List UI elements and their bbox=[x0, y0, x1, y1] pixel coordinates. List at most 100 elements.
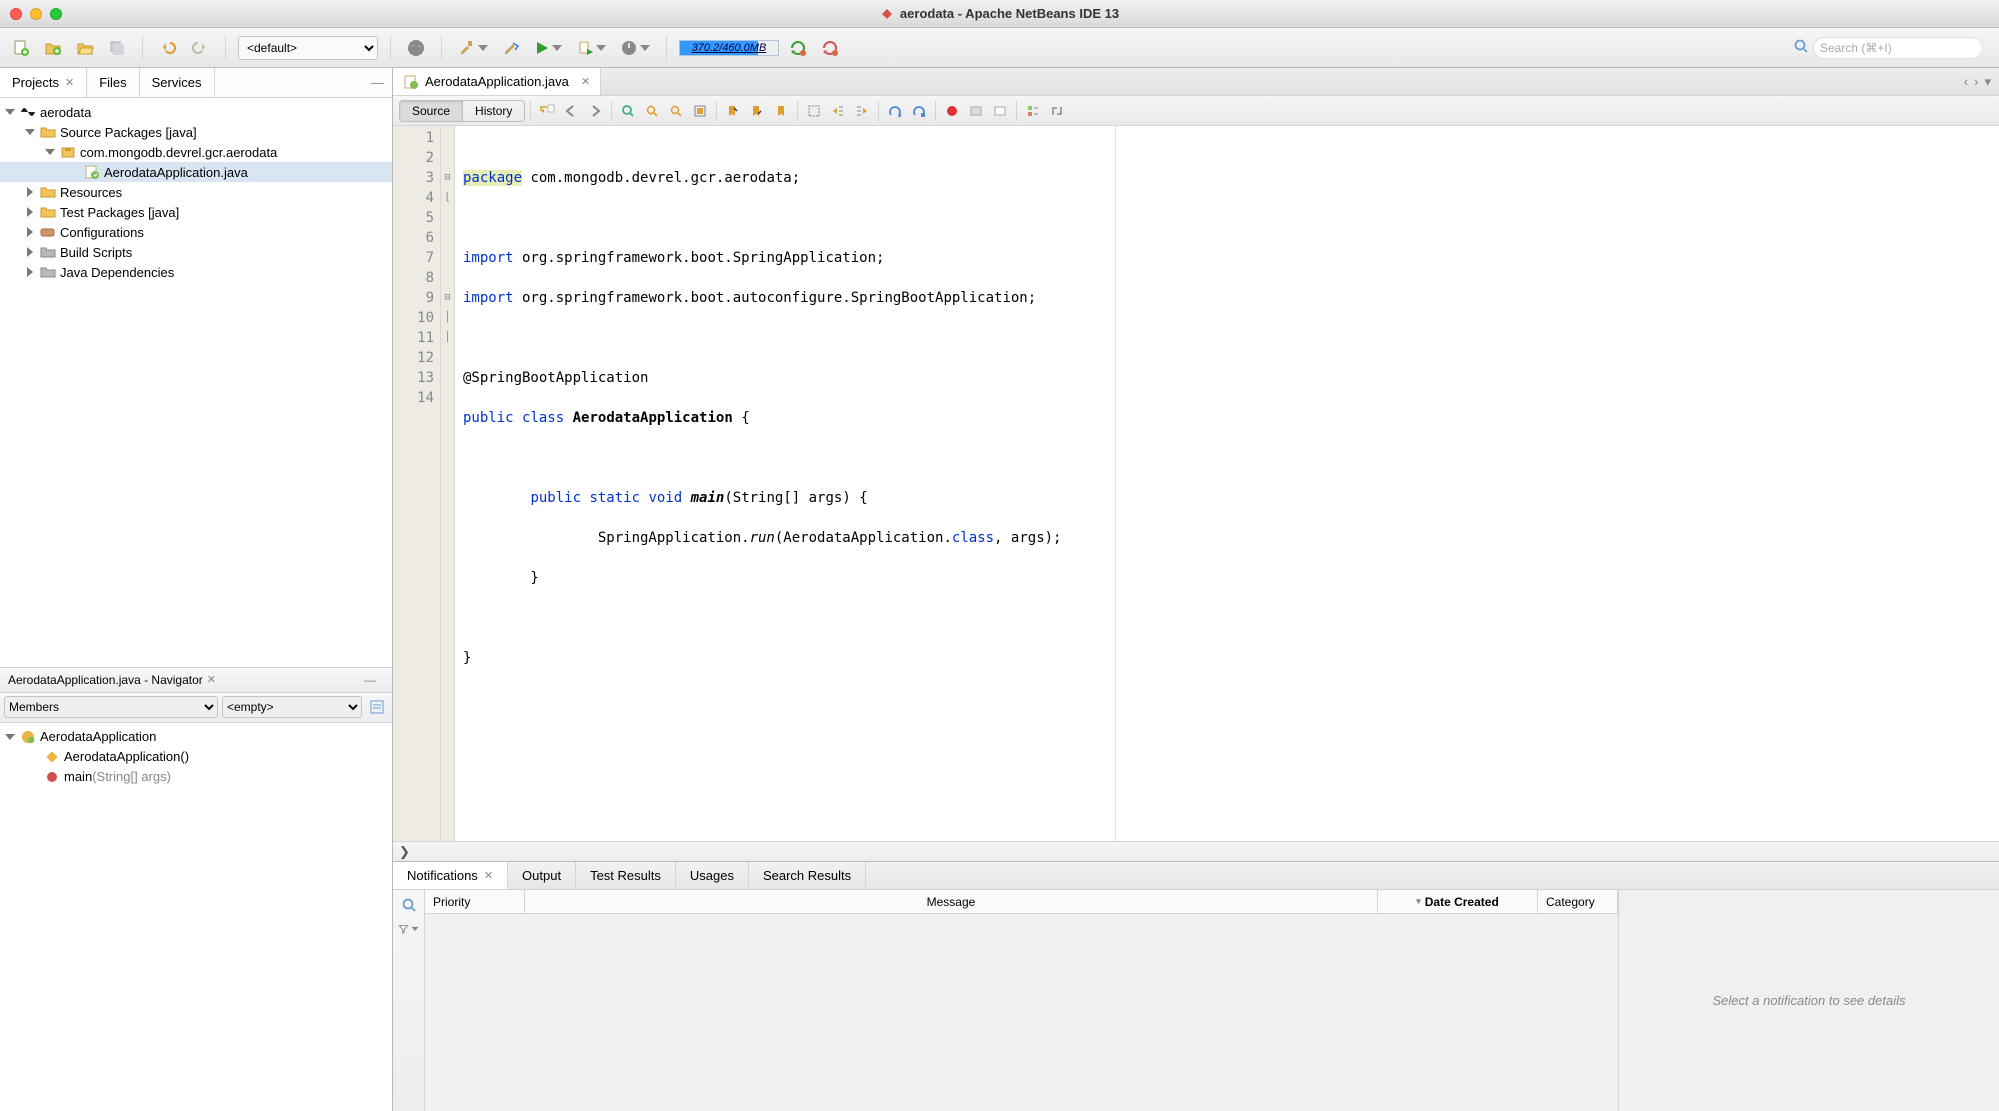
editor-breadcrumb[interactable]: ❯ bbox=[393, 841, 1999, 861]
notifications-table[interactable]: Priority Message ▾Date Created Category bbox=[425, 890, 1618, 1111]
nav-label: AerodataApplication() bbox=[64, 749, 189, 764]
run-config-select[interactable]: <default> bbox=[238, 36, 378, 60]
search-input[interactable] bbox=[1813, 37, 1983, 59]
chevron-right-icon[interactable] bbox=[24, 227, 36, 237]
search-icon[interactable] bbox=[398, 894, 420, 916]
source-view-button[interactable]: Source bbox=[400, 101, 462, 121]
window-minimize-button[interactable] bbox=[30, 8, 42, 20]
tab-output[interactable]: Output bbox=[508, 862, 576, 889]
debug-button[interactable] bbox=[572, 35, 610, 61]
stop-macro-icon[interactable] bbox=[908, 100, 930, 122]
nav-back-icon[interactable] bbox=[560, 100, 582, 122]
tab-scroll-left-icon[interactable]: ‹ bbox=[1964, 74, 1968, 89]
nav-label: main(String[] args) bbox=[64, 769, 171, 784]
toggle-rect-select-icon[interactable] bbox=[803, 100, 825, 122]
chevron-right-icon[interactable] bbox=[24, 267, 36, 277]
th-date[interactable]: ▾Date Created bbox=[1378, 890, 1538, 913]
navigator-filter-select[interactable]: <empty> bbox=[222, 696, 362, 718]
chevron-down-icon[interactable] bbox=[24, 129, 36, 135]
nav-node-constructor[interactable]: AerodataApplication() bbox=[0, 747, 392, 767]
window-close-button[interactable] bbox=[10, 8, 22, 20]
chevron-right-icon[interactable] bbox=[24, 187, 36, 197]
th-priority[interactable]: Priority bbox=[425, 890, 525, 913]
last-edit-icon[interactable] bbox=[536, 100, 558, 122]
save-all-button[interactable] bbox=[104, 35, 130, 61]
chevron-down-icon[interactable] bbox=[4, 734, 16, 740]
tree-node-source-packages[interactable]: Source Packages [java] bbox=[0, 122, 392, 142]
next-bookmark-icon[interactable] bbox=[746, 100, 768, 122]
tree-node-java-deps[interactable]: Java Dependencies bbox=[0, 262, 392, 282]
tab-search-results[interactable]: Search Results bbox=[749, 862, 866, 889]
th-category[interactable]: Category bbox=[1538, 890, 1618, 913]
toggle-bookmark-icon[interactable] bbox=[770, 100, 792, 122]
toggle-highlight-icon[interactable] bbox=[689, 100, 711, 122]
chevron-right-icon[interactable] bbox=[24, 247, 36, 257]
tab-notifications[interactable]: Notifications✕ bbox=[393, 862, 508, 889]
clean-build-button[interactable] bbox=[498, 35, 524, 61]
close-icon[interactable]: ✕ bbox=[484, 869, 493, 882]
reload-stop-icon[interactable] bbox=[817, 35, 843, 61]
filter-icon[interactable] bbox=[398, 918, 420, 940]
memory-usage-button[interactable]: 370.2/460.0MB bbox=[679, 40, 779, 56]
close-icon[interactable]: ✕ bbox=[207, 673, 216, 686]
find-next-icon[interactable] bbox=[665, 100, 687, 122]
new-file-button[interactable] bbox=[8, 35, 34, 61]
run-button[interactable] bbox=[530, 35, 566, 61]
tree-node-test-packages[interactable]: Test Packages [java] bbox=[0, 202, 392, 222]
tree-node-package[interactable]: com.mongodb.devrel.gcr.aerodata bbox=[0, 142, 392, 162]
panel-minimize-button[interactable]: — bbox=[356, 673, 384, 687]
fold-gutter[interactable]: ⊟⌊⊟││ bbox=[441, 126, 455, 841]
tree-node-configurations[interactable]: Configurations bbox=[0, 222, 392, 242]
find-prev-icon[interactable] bbox=[641, 100, 663, 122]
diff-sidebar-icon[interactable] bbox=[1022, 100, 1044, 122]
tab-test-results[interactable]: Test Results bbox=[576, 862, 676, 889]
tab-services[interactable]: Services bbox=[140, 68, 215, 97]
tree-node-resources[interactable]: Resources bbox=[0, 182, 392, 202]
th-message[interactable]: Message bbox=[525, 890, 1378, 913]
navigator-settings-icon[interactable] bbox=[366, 696, 388, 718]
tab-projects[interactable]: Projects✕ bbox=[0, 68, 87, 97]
history-view-button[interactable]: History bbox=[462, 101, 524, 121]
tab-usages[interactable]: Usages bbox=[676, 862, 749, 889]
diff-overview-icon[interactable] bbox=[1046, 100, 1068, 122]
navigator-tree[interactable]: AerodataApplication AerodataApplication(… bbox=[0, 723, 392, 1111]
navigator-scope-select[interactable]: Members bbox=[4, 696, 218, 718]
window-maximize-button[interactable] bbox=[50, 8, 62, 20]
shift-line-right-icon[interactable] bbox=[851, 100, 873, 122]
code-content[interactable]: package com.mongodb.devrel.gcr.aerodata;… bbox=[455, 126, 1999, 841]
tab-list-icon[interactable]: ▾ bbox=[1984, 74, 1991, 90]
open-project-button[interactable] bbox=[72, 35, 98, 61]
tree-node-java-file[interactable]: AerodataApplication.java bbox=[0, 162, 392, 182]
code-editor[interactable]: 1234567891011121314 ⊟⌊⊟││ package com.mo… bbox=[393, 126, 1999, 841]
project-tree[interactable]: aerodata Source Packages [java] com.mong… bbox=[0, 98, 392, 667]
chevron-down-icon[interactable] bbox=[4, 109, 16, 115]
editor-tab-aerodata[interactable]: AerodataApplication.java ✕ bbox=[393, 68, 601, 95]
new-project-button[interactable] bbox=[40, 35, 66, 61]
uncomment-icon[interactable] bbox=[989, 100, 1011, 122]
shift-line-left-icon[interactable] bbox=[827, 100, 849, 122]
close-icon[interactable]: ✕ bbox=[581, 75, 590, 88]
tab-files[interactable]: Files bbox=[87, 68, 139, 97]
undo-button[interactable] bbox=[155, 35, 181, 61]
tab-scroll-right-icon[interactable]: › bbox=[1974, 74, 1978, 89]
line-number-gutter[interactable]: 1234567891011121314 bbox=[393, 126, 441, 841]
nav-node-main[interactable]: main(String[] args) bbox=[0, 767, 392, 787]
reload-start-icon[interactable] bbox=[785, 35, 811, 61]
chevron-down-icon[interactable] bbox=[44, 149, 56, 155]
nav-forward-icon[interactable] bbox=[584, 100, 606, 122]
breakpoint-icon[interactable] bbox=[941, 100, 963, 122]
prev-bookmark-icon[interactable] bbox=[722, 100, 744, 122]
profile-button[interactable] bbox=[616, 35, 654, 61]
comment-icon[interactable] bbox=[965, 100, 987, 122]
build-button[interactable] bbox=[454, 35, 492, 61]
chevron-right-icon[interactable] bbox=[24, 207, 36, 217]
tree-node-project[interactable]: aerodata bbox=[0, 102, 392, 122]
tree-node-build-scripts[interactable]: Build Scripts bbox=[0, 242, 392, 262]
redo-button[interactable] bbox=[187, 35, 213, 61]
nav-node-class[interactable]: AerodataApplication bbox=[0, 727, 392, 747]
find-selection-icon[interactable] bbox=[617, 100, 639, 122]
panel-minimize-button[interactable]: — bbox=[363, 68, 392, 97]
earth-icon[interactable] bbox=[403, 35, 429, 61]
close-icon[interactable]: ✕ bbox=[65, 76, 74, 89]
start-macro-icon[interactable] bbox=[884, 100, 906, 122]
